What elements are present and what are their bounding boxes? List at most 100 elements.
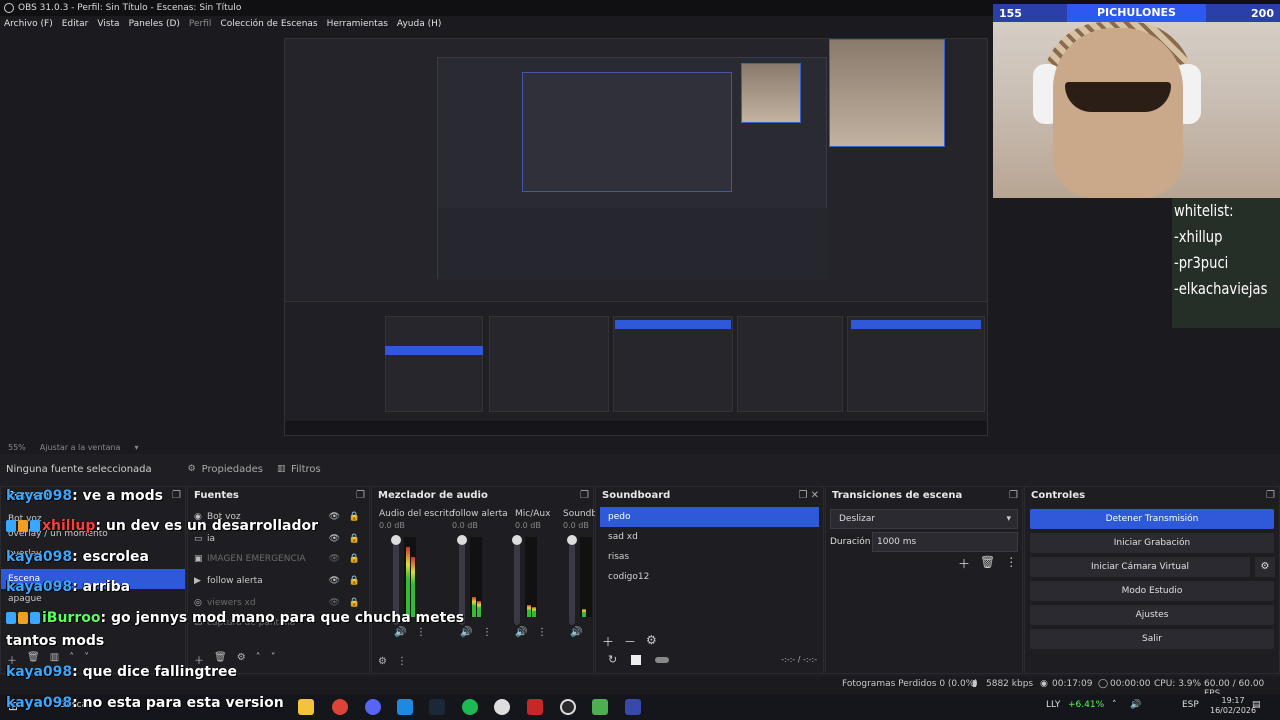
- undock-icon[interactable]: ❐: [1266, 487, 1275, 505]
- spotify-icon[interactable]: [462, 699, 478, 715]
- speaker-icon[interactable]: 🔊: [1130, 700, 1141, 710]
- stop-icon[interactable]: [631, 654, 642, 665]
- voice-app-icon[interactable]: [527, 699, 543, 715]
- notification-icon[interactable]: ▤: [1252, 700, 1261, 710]
- chevron-down-icon[interactable]: ▾: [134, 443, 138, 452]
- rec-time: 00:00:00: [1110, 679, 1151, 689]
- start-virtual-camera-button[interactable]: Iniciar Cámara Virtual: [1030, 557, 1250, 577]
- undock-icon[interactable]: ❐: [356, 487, 365, 505]
- speaker-icon[interactable]: 🔊: [515, 627, 527, 638]
- chat-user: kaya098: [6, 664, 73, 680]
- exit-button[interactable]: Salir: [1030, 629, 1274, 649]
- eye-icon[interactable]: 👁: [329, 576, 340, 586]
- gear-icon[interactable]: ⚙: [1255, 557, 1275, 577]
- volume-fader[interactable]: [512, 535, 522, 625]
- menu-perfil[interactable]: Perfil: [189, 19, 212, 29]
- more-icon[interactable]: ⋮: [537, 627, 547, 638]
- more-icon[interactable]: ⋮: [1005, 555, 1017, 572]
- filters-button[interactable]: ▥ Filtros: [277, 464, 321, 475]
- sound-item-selected[interactable]: pedo: [600, 507, 819, 527]
- more-icon[interactable]: ⋮: [482, 627, 492, 638]
- undock-icon[interactable]: ❐: [1009, 487, 1018, 505]
- undock-icon[interactable]: ❐: [580, 487, 589, 505]
- minus-icon[interactable]: －: [624, 633, 636, 650]
- minecraft-icon[interactable]: [592, 699, 608, 715]
- obs-icon[interactable]: [560, 699, 576, 715]
- fader-knob[interactable]: [391, 535, 401, 545]
- stock-ticker[interactable]: LLY: [1046, 700, 1060, 710]
- restart-icon[interactable]: ↻: [608, 653, 617, 666]
- sound-item[interactable]: risas: [600, 547, 819, 567]
- fit-window-dropdown[interactable]: Ajustar a la ventana: [40, 443, 121, 452]
- badge-icon: [18, 612, 28, 624]
- chrome-icon[interactable]: [332, 699, 348, 715]
- chevron-up-icon[interactable]: ˄: [1112, 700, 1117, 710]
- gear-icon[interactable]: ⚙: [646, 633, 657, 650]
- file-explorer-icon[interactable]: [298, 699, 314, 715]
- eye-icon[interactable]: 👁: [329, 554, 340, 564]
- transitions-header: Transiciones de escena ❐: [826, 487, 1022, 505]
- more-icon[interactable]: ⋮: [416, 627, 426, 638]
- mini-selection: [385, 346, 483, 355]
- advanced-audio-icon[interactable]: ⚙: [378, 656, 387, 667]
- sound-item[interactable]: codigo12: [600, 567, 819, 587]
- lock-icon[interactable]: 🔒: [349, 576, 360, 586]
- sources-header: Fuentes ❐: [188, 487, 369, 505]
- zoom-level[interactable]: 55%: [8, 443, 26, 452]
- source-row[interactable]: ▣ IMAGEN EMERGENCIA 👁 🔒: [194, 549, 364, 569]
- fader-knob[interactable]: [567, 535, 577, 545]
- chevron-up-icon[interactable]: ˄: [256, 652, 261, 667]
- menu-herramientas[interactable]: Herramientas: [327, 19, 388, 29]
- eye-icon[interactable]: 👁: [329, 598, 340, 608]
- transition-select[interactable]: Deslizar: [830, 509, 1018, 529]
- fader-knob[interactable]: [512, 535, 522, 545]
- progress-slider[interactable]: [655, 656, 670, 663]
- eye-icon[interactable]: 👁: [329, 534, 340, 544]
- app-icon[interactable]: [494, 699, 510, 715]
- lock-icon[interactable]: 🔒: [349, 598, 360, 608]
- trash-icon[interactable]: 🗑: [980, 555, 995, 572]
- menu-paneles[interactable]: Paneles (D): [129, 19, 180, 29]
- add-icon[interactable]: ＋: [958, 555, 970, 572]
- steam-icon[interactable]: [429, 699, 445, 715]
- duration-input[interactable]: 1000 ms: [872, 532, 1018, 552]
- nested-capture-inner: [522, 72, 732, 192]
- chat-user: kaya098: [6, 579, 73, 595]
- lock-icon[interactable]: 🔒: [349, 534, 360, 544]
- preview-canvas[interactable]: [284, 38, 988, 436]
- audio-meter: [470, 537, 482, 617]
- discord-icon[interactable]: [365, 699, 381, 715]
- channel-name: Audio del escrito: [379, 509, 455, 519]
- source-row[interactable]: ▶ follow alerta 👁 🔒: [194, 571, 364, 591]
- menu-vista[interactable]: Vista: [97, 19, 119, 29]
- speaker-icon[interactable]: 🔊: [394, 627, 406, 638]
- stop-streaming-button[interactable]: Detener Transmisión: [1030, 509, 1274, 529]
- fader-knob[interactable]: [457, 535, 467, 545]
- start-recording-button[interactable]: Iniciar Grabación: [1030, 533, 1274, 553]
- clock[interactable]: 19:17 16/02/2026: [1210, 696, 1256, 716]
- gear-icon[interactable]: ⚙: [237, 652, 246, 667]
- menu-coleccion-escenas[interactable]: Colección de Escenas: [220, 19, 317, 29]
- chevron-down-icon[interactable]: ˅: [271, 652, 276, 667]
- properties-button[interactable]: ⚙ Propiedades: [188, 464, 263, 475]
- app-icon[interactable]: [625, 699, 641, 715]
- speaker-icon[interactable]: 🔊: [570, 627, 582, 638]
- app-icon[interactable]: [397, 699, 413, 715]
- speaker-icon[interactable]: 🔊: [460, 627, 472, 638]
- undock-close-icons[interactable]: ❐ ✕: [798, 487, 819, 505]
- sound-item[interactable]: sad xd: [600, 527, 819, 547]
- more-icon[interactable]: ⋮: [397, 656, 407, 667]
- add-icon[interactable]: ＋: [602, 633, 614, 650]
- settings-button[interactable]: Ajustes: [1030, 605, 1274, 625]
- mini-selection: [615, 320, 731, 329]
- undock-icon[interactable]: ❐: [172, 487, 181, 505]
- eye-icon[interactable]: 👁: [329, 512, 340, 522]
- menu-archivo[interactable]: Archivo (F): [4, 19, 53, 29]
- lock-icon[interactable]: 🔒: [349, 512, 360, 522]
- studio-mode-button[interactable]: Modo Estudio: [1030, 581, 1274, 601]
- volume-fader[interactable]: [567, 535, 577, 625]
- language-indicator[interactable]: ESP: [1182, 700, 1199, 710]
- lock-icon[interactable]: 🔒: [349, 554, 360, 564]
- menu-ayuda[interactable]: Ayuda (H): [397, 19, 441, 29]
- menu-editar[interactable]: Editar: [62, 19, 89, 29]
